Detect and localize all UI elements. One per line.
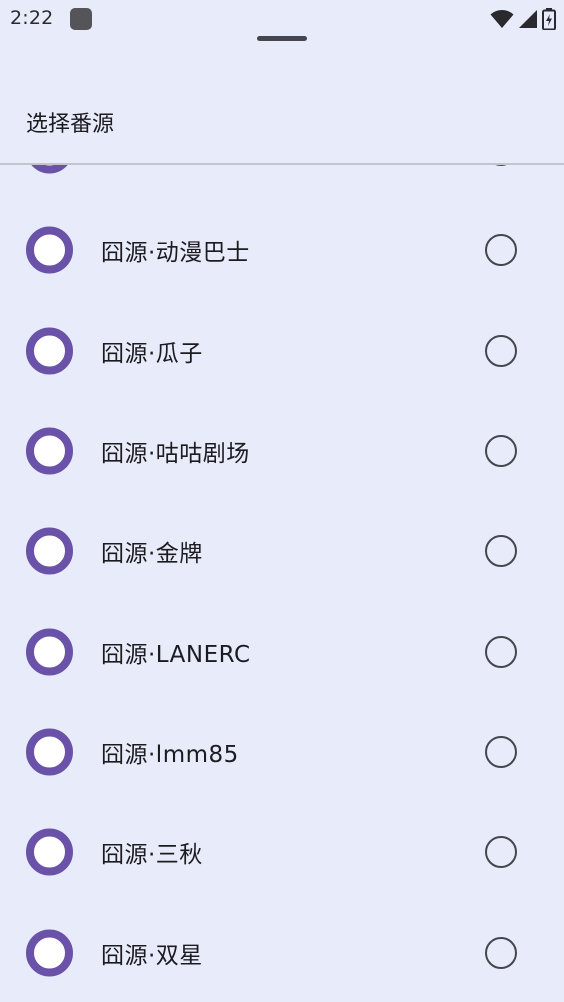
- source-label: 囧源·次元精选: [101, 165, 250, 167]
- source-avatar-icon: [26, 628, 73, 676]
- source-radio-button[interactable]: [485, 735, 517, 768]
- app-notification-icon: [70, 8, 92, 30]
- status-icons: [490, 8, 556, 30]
- source-list[interactable]: 囧源·次元精选囧源·动漫巴士囧源·瓜子囧源·咕咕剧场囧源·金牌囧源·LANERC…: [0, 165, 564, 1002]
- signal-icon: [518, 9, 538, 29]
- source-list-item[interactable]: 囧源·瓜子: [0, 301, 564, 401]
- source-label: 囧源·瓜子: [101, 340, 203, 367]
- source-label: 囧源·三秋: [101, 842, 203, 869]
- source-radio-button[interactable]: [485, 836, 517, 869]
- source-radio-button[interactable]: [485, 234, 517, 267]
- source-list-item[interactable]: 囧源·动漫巴士: [0, 200, 564, 300]
- source-label: 囧源·咕咕剧场: [101, 441, 250, 468]
- source-label: 囧源·双星: [101, 942, 203, 969]
- source-list-content: 囧源·次元精选囧源·动漫巴士囧源·瓜子囧源·咕咕剧场囧源·金牌囧源·LANERC…: [0, 165, 564, 1002]
- source-avatar-icon: [26, 828, 73, 876]
- source-list-item[interactable]: 囧源·次元精选: [0, 165, 564, 200]
- source-radio-button[interactable]: [485, 936, 517, 969]
- sheet-title: 选择番源: [26, 112, 115, 137]
- bottom-sheet-drag-handle[interactable]: [257, 36, 307, 41]
- source-list-item[interactable]: 囧源·LANERC: [0, 601, 564, 701]
- source-list-item[interactable]: 囧源·咕咕剧场: [0, 401, 564, 501]
- source-radio-button[interactable]: [485, 535, 517, 568]
- status-bar: 2:22: [0, 0, 564, 38]
- source-picker-screen: 2:22 选择番源 囧源·动漫巴士 囧源·瓜子 囧源·咕咕剧场 囧源·金牌 囧源…: [0, 0, 564, 1002]
- source-avatar-icon: [26, 929, 73, 977]
- source-avatar-icon: [26, 728, 73, 776]
- source-list-item[interactable]: 囧源·三秋: [0, 802, 564, 902]
- source-list-item[interactable]: 囧源·金牌: [0, 501, 564, 601]
- source-radio-button[interactable]: [485, 165, 517, 167]
- source-label: 囧源·动漫巴士: [101, 240, 250, 267]
- source-radio-button[interactable]: [485, 334, 517, 367]
- source-avatar-icon: [26, 527, 73, 575]
- source-avatar-icon: [26, 327, 73, 375]
- source-avatar-icon: [26, 427, 73, 475]
- source-label: 囧源·lmm85: [101, 741, 239, 768]
- status-time: 2:22: [10, 7, 54, 29]
- source-label: 囧源·金牌: [101, 541, 203, 568]
- source-avatar-icon: [26, 165, 73, 174]
- source-label: 囧源·LANERC: [101, 641, 251, 668]
- wifi-icon: [490, 9, 514, 29]
- source-list-item[interactable]: 囧源·双星: [0, 902, 564, 1002]
- source-radio-button[interactable]: [485, 635, 517, 668]
- source-radio-button[interactable]: [485, 435, 517, 468]
- source-list-item[interactable]: 囧源·lmm85: [0, 702, 564, 802]
- battery-icon: [542, 8, 556, 30]
- source-avatar-icon: [26, 226, 73, 274]
